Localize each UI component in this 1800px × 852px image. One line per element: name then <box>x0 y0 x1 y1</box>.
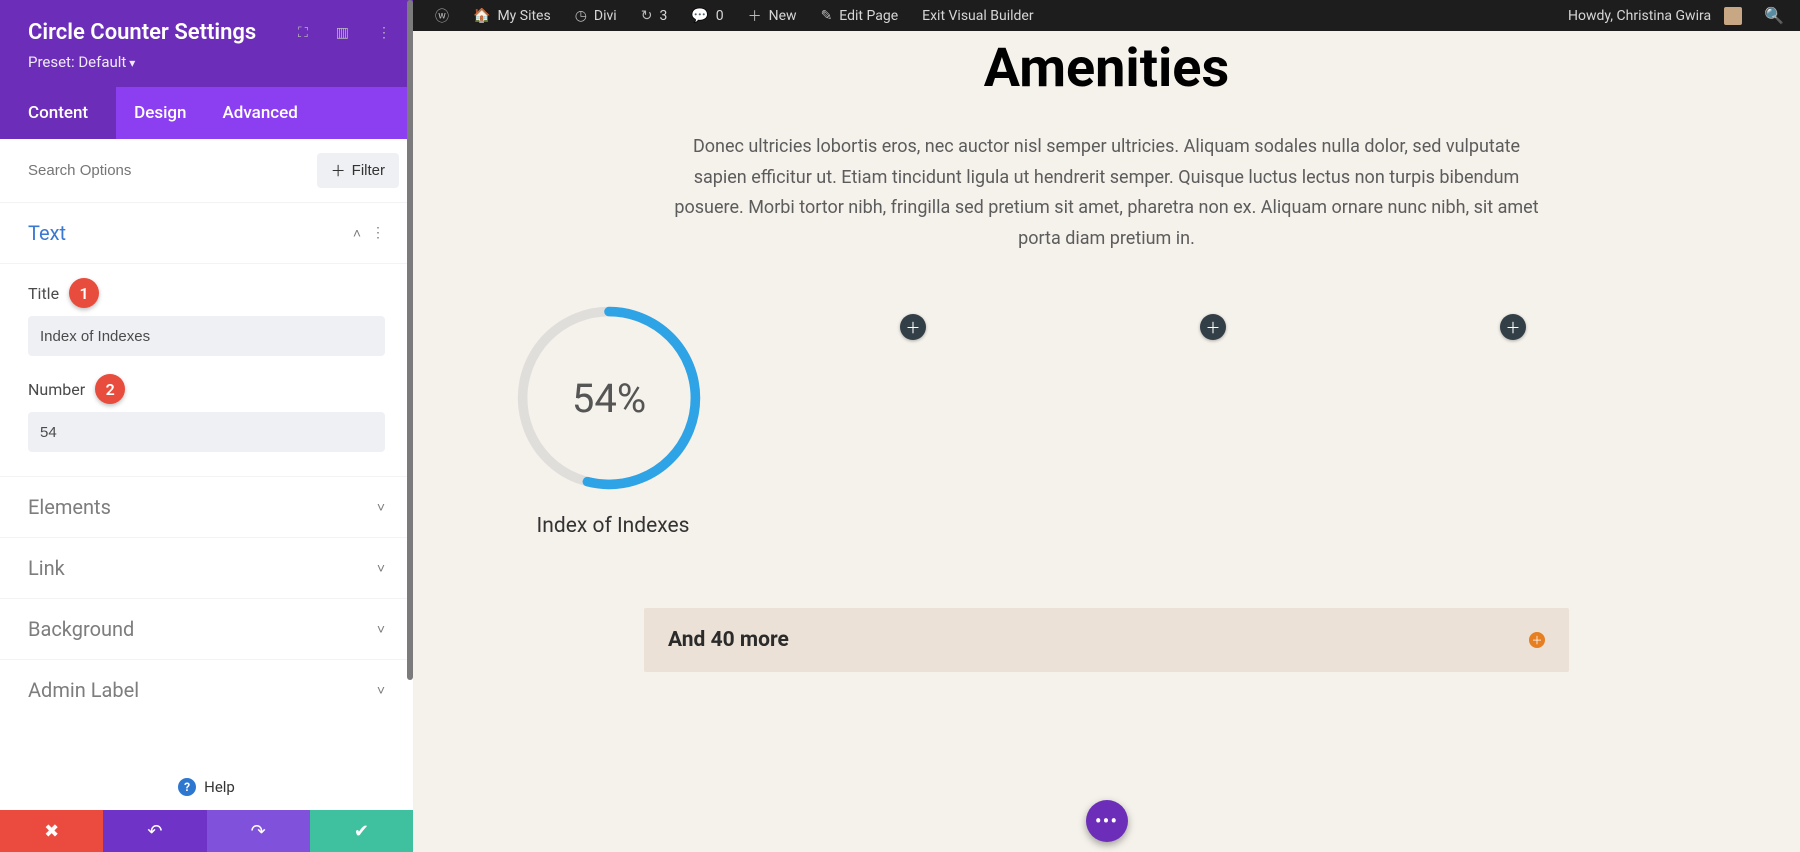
undo-button[interactable]: ↶ <box>103 810 206 852</box>
section-text-body: Title 1 Number 2 <box>0 264 413 477</box>
tab-content[interactable]: Content <box>0 87 116 139</box>
callout-badge-2: 2 <box>95 374 125 404</box>
new-label: New <box>769 8 797 24</box>
gauge-icon: ◷ <box>575 8 587 24</box>
wp-logo[interactable]: ⓦ <box>423 0 461 31</box>
circle-counter-module[interactable]: 54% Index of Indexes <box>513 302 713 538</box>
callout-badge-1: 1 <box>69 278 99 308</box>
section-text-toggle[interactable]: Text ˄ ⋮ <box>0 202 413 264</box>
wp-new[interactable]: ＋ New <box>736 0 809 31</box>
section-text-label: Text <box>28 221 66 245</box>
wp-updates[interactable]: ↻3 <box>629 0 680 31</box>
settings-header: Circle Counter Settings ⛶ ▥ ⋮ Preset: De… <box>0 0 413 87</box>
redo-button[interactable]: ↷ <box>207 810 310 852</box>
comment-icon: 💬 <box>691 8 708 24</box>
search-input[interactable] <box>28 162 317 179</box>
tab-design[interactable]: Design <box>116 87 204 139</box>
wp-current-site[interactable]: ◷ Divi <box>563 0 629 31</box>
settings-panel: Circle Counter Settings ⛶ ▥ ⋮ Preset: De… <box>0 0 413 852</box>
expand-icon[interactable]: ⛶ <box>298 25 308 41</box>
section-admin-label-label: Admin Label <box>28 678 139 702</box>
section-elements-toggle[interactable]: Elements ˅ <box>0 477 413 538</box>
filter-label: Filter <box>352 162 385 179</box>
section-admin-label-toggle[interactable]: Admin Label ˅ <box>0 660 413 720</box>
circle-percent-text: 54% <box>513 302 705 494</box>
section-elements-label: Elements <box>28 495 111 519</box>
settings-sections: Text ˄ ⋮ Title 1 Number 2 Elements ˅ Lin… <box>0 202 413 764</box>
search-row: ＋ Filter <box>0 139 413 202</box>
add-module-button[interactable]: ＋ <box>900 314 926 340</box>
help-icon: ? <box>178 778 196 796</box>
preview-icon[interactable]: ▥ <box>336 25 349 41</box>
filter-button[interactable]: ＋ Filter <box>317 153 399 188</box>
edit-page-label: Edit Page <box>839 8 898 24</box>
page-canvas: Amenities Donec ultricies lobortis eros,… <box>413 31 1800 852</box>
preset-dropdown[interactable]: Preset: Default <box>28 53 391 71</box>
pencil-icon: ✎ <box>821 8 833 24</box>
circle-gauge: 54% <box>513 302 705 494</box>
more-vert-icon[interactable]: ⋮ <box>371 225 385 242</box>
section-background-label: Background <box>28 617 134 641</box>
and-more-accordion[interactable]: And 40 more ＋ <box>644 608 1569 672</box>
more-vert-icon[interactable]: ⋮ <box>377 25 391 41</box>
page-title: Amenities <box>413 37 1800 100</box>
house-icon: 🏠 <box>473 8 490 24</box>
avatar <box>1724 7 1742 25</box>
chevron-down-icon: ˅ <box>377 621 385 638</box>
settings-title: Circle Counter Settings <box>28 20 256 45</box>
exit-visual-label: Exit Visual Builder <box>922 8 1033 24</box>
wp-exit-visual[interactable]: Exit Visual Builder <box>910 0 1045 31</box>
number-field-label: Number <box>28 380 85 399</box>
updates-count: 3 <box>659 8 667 24</box>
title-field-label: Title <box>28 284 59 303</box>
site-label: Divi <box>594 8 617 24</box>
add-module-button[interactable]: ＋ <box>1200 314 1226 340</box>
plus-icon: ＋ <box>331 160 346 181</box>
wp-admin-bar: ⓦ 🏠My Sites ◷Divi ↻3 💬0 ＋New ✎Edit Page … <box>413 0 1800 31</box>
help-link[interactable]: ? Help <box>0 764 413 810</box>
wp-my-sites[interactable]: 🏠 My Sites <box>461 0 563 31</box>
discard-button[interactable]: ✖ <box>0 810 103 852</box>
number-field[interactable] <box>28 412 385 452</box>
intro-paragraph: Donec ultricies lobortis eros, nec aucto… <box>667 132 1547 254</box>
wp-edit-page[interactable]: ✎ Edit Page <box>809 0 911 31</box>
and-more-label: And 40 more <box>668 628 789 652</box>
action-row: ✖ ↶ ↷ ✔ <box>0 810 413 852</box>
plus-icon: ＋ <box>1529 632 1545 648</box>
greeting-text: Howdy, Christina Gwira <box>1568 8 1711 24</box>
section-link-label: Link <box>28 556 65 580</box>
divi-fab-button[interactable]: ••• <box>1086 800 1128 842</box>
tab-advanced[interactable]: Advanced <box>205 87 316 139</box>
update-icon: ↻ <box>641 8 653 24</box>
chevron-down-icon: ˅ <box>377 682 385 699</box>
save-button[interactable]: ✔ <box>310 810 413 852</box>
chevron-down-icon: ˅ <box>377 499 385 516</box>
column-row: 54% Index of Indexes ＋ ＋ ＋ <box>413 254 1800 538</box>
search-icon[interactable]: 🔍 <box>1754 6 1794 25</box>
circle-title: Index of Indexes <box>513 514 713 538</box>
chevron-up-icon: ˄ <box>353 225 361 242</box>
plus-icon: ＋ <box>748 6 762 26</box>
wp-comments[interactable]: 💬0 <box>679 0 735 31</box>
section-background-toggle[interactable]: Background ˅ <box>0 599 413 660</box>
my-sites-label: My Sites <box>497 8 550 24</box>
section-link-toggle[interactable]: Link ˅ <box>0 538 413 599</box>
settings-tabs: Content Design Advanced <box>0 87 413 139</box>
title-field[interactable] <box>28 316 385 356</box>
add-module-button[interactable]: ＋ <box>1500 314 1526 340</box>
chevron-down-icon: ˅ <box>377 560 385 577</box>
help-label: Help <box>204 778 235 796</box>
comments-count: 0 <box>716 8 724 24</box>
wp-greeting[interactable]: Howdy, Christina Gwira <box>1556 0 1754 31</box>
wordpress-icon: ⓦ <box>435 6 449 26</box>
